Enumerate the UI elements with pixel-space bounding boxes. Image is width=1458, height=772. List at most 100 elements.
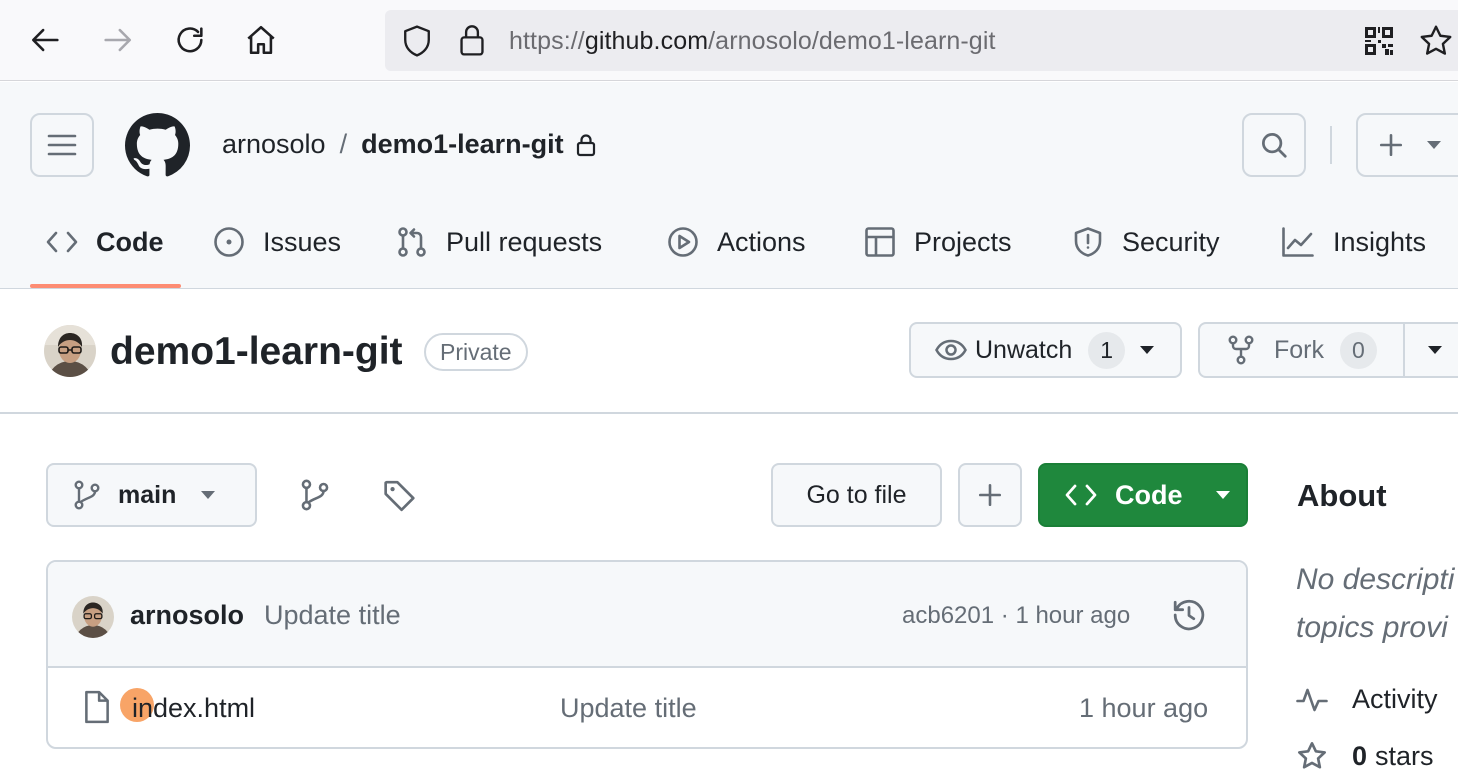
latest-commit-row: arnosolo Update title acb6201 · 1 hour a…	[48, 562, 1246, 668]
tab-label: Projects	[914, 226, 1012, 257]
repo-title[interactable]: demo1-learn-git	[110, 330, 403, 374]
activity-label: Activity	[1352, 684, 1438, 714]
code-dropdown-button[interactable]: Code	[1038, 463, 1248, 527]
about-heading: About	[1297, 478, 1387, 513]
branch-select-button[interactable]: main	[46, 463, 257, 527]
forward-button[interactable]	[97, 20, 137, 60]
activity-link[interactable]: Activity	[1296, 684, 1438, 715]
file-name-link[interactable]: index.html	[132, 693, 255, 724]
file-commit-time: 1 hour ago	[1079, 693, 1209, 723]
qr-code-icon[interactable]	[1364, 26, 1394, 56]
tab-pull-requests[interactable]: Pull requests	[396, 222, 602, 262]
caret-down-icon	[201, 491, 216, 499]
bookmark-star-icon[interactable]	[1418, 23, 1454, 59]
stars-link[interactable]: 0 stars	[1296, 740, 1434, 772]
caret-down-icon[interactable]	[1427, 345, 1443, 355]
fork-label: Fork	[1274, 335, 1324, 364]
star-icon	[1298, 742, 1326, 769]
commit-meta: acb6201 · 1 hour ago	[902, 602, 1130, 630]
file-commit-message[interactable]: Update title	[560, 693, 697, 724]
caret-down-icon	[1140, 346, 1155, 354]
plus-icon	[978, 483, 1002, 507]
branch-name: main	[118, 480, 177, 509]
lock-icon	[576, 133, 595, 156]
avatar-image	[72, 596, 114, 638]
fork-count: 0	[1340, 331, 1377, 369]
tab-label: Insights	[1333, 226, 1427, 257]
tab-security[interactable]: Security	[1072, 222, 1220, 262]
home-icon	[247, 25, 275, 55]
plus-icon	[1379, 133, 1403, 157]
tab-insights[interactable]: Insights	[1281, 222, 1426, 262]
table-icon	[865, 227, 895, 257]
file-browser: arnosolo Update title acb6201 · 1 hour a…	[46, 560, 1248, 749]
url-host: github.com	[584, 27, 709, 55]
go-to-file-button[interactable]: Go to file	[771, 463, 942, 527]
address-bar[interactable]: https://github.com/arnosolo/demo1-learn-…	[385, 10, 1458, 71]
browser-toolbar: https://github.com/arnosolo/demo1-learn-…	[0, 0, 1458, 81]
commit-author[interactable]: arnosolo	[130, 600, 244, 631]
pulse-icon	[1296, 688, 1328, 711]
reload-button[interactable]	[170, 20, 210, 60]
unwatch-button[interactable]: Unwatch 1	[909, 322, 1182, 378]
git-branch-icon	[74, 480, 100, 510]
search-icon	[1262, 133, 1287, 158]
breadcrumb: arnosolo / demo1-learn-git	[222, 129, 596, 160]
owner-link[interactable]: arnosolo	[222, 129, 326, 160]
arrow-right-icon	[104, 28, 132, 52]
avatar-image	[44, 325, 96, 377]
file-row[interactable]: index.html Update title 1 hour ago	[48, 668, 1246, 747]
repo-nav-tabs: Code Issues Pull requests Actions Projec…	[0, 202, 1458, 288]
tab-label: Pull requests	[446, 226, 603, 257]
owner-avatar[interactable]	[44, 325, 96, 377]
tab-label: Issues	[263, 226, 342, 257]
code-icon	[1065, 484, 1097, 506]
tab-actions[interactable]: Actions	[667, 222, 806, 262]
tab-code[interactable]: Code	[46, 222, 164, 262]
fork-button[interactable]: Fork 0	[1198, 322, 1458, 378]
branches-icon[interactable]	[301, 479, 329, 511]
visibility-badge: Private	[424, 333, 528, 371]
url-scheme: https://	[509, 27, 585, 55]
history-icon[interactable]	[1172, 598, 1206, 632]
github-logo-icon[interactable]	[125, 113, 190, 178]
header-divider	[1330, 126, 1332, 164]
url-text[interactable]: https://github.com/arnosolo/demo1-learn-…	[509, 27, 996, 56]
file-icon	[85, 690, 109, 724]
active-tab-underline	[30, 284, 181, 288]
tab-issues[interactable]: Issues	[213, 222, 341, 262]
tab-label: Security	[1122, 226, 1220, 257]
tab-label: Actions	[717, 226, 806, 257]
tab-projects[interactable]: Projects	[864, 222, 1012, 262]
shield-icon	[1074, 227, 1102, 257]
search-button[interactable]	[1242, 113, 1306, 177]
repo-link[interactable]: demo1-learn-git	[361, 129, 564, 160]
url-path: /arnosolo/demo1-learn-git	[708, 27, 996, 55]
create-new-button[interactable]	[1356, 113, 1458, 177]
stars-count: 0	[1352, 740, 1368, 771]
stars-label: stars	[1375, 740, 1434, 771]
commit-message[interactable]: Update title	[264, 600, 401, 631]
repo-forked-icon	[1228, 335, 1254, 365]
tag-icon[interactable]	[383, 479, 417, 513]
caret-down-icon	[1427, 141, 1441, 149]
code-icon	[46, 231, 78, 253]
fork-divider	[1402, 323, 1405, 377]
menu-button[interactable]	[30, 113, 94, 177]
breadcrumb-separator: /	[339, 129, 348, 159]
back-button[interactable]	[26, 20, 66, 60]
graph-icon	[1282, 227, 1314, 257]
commit-sha[interactable]: acb6201	[902, 602, 994, 629]
pull-request-icon	[398, 227, 426, 257]
commit-author-avatar[interactable]	[72, 596, 114, 638]
add-file-button[interactable]	[958, 463, 1022, 527]
commit-time: 1 hour ago	[1015, 602, 1131, 629]
home-button[interactable]	[241, 20, 281, 60]
about-description: No descripti topics provi	[1296, 556, 1454, 652]
commit-meta-separator: ·	[1000, 602, 1009, 629]
caret-down-icon	[1215, 491, 1230, 499]
tracking-shield-icon	[404, 25, 430, 57]
about-description-line: topics provi	[1296, 611, 1448, 644]
hamburger-icon	[47, 134, 77, 156]
play-icon	[668, 227, 698, 257]
